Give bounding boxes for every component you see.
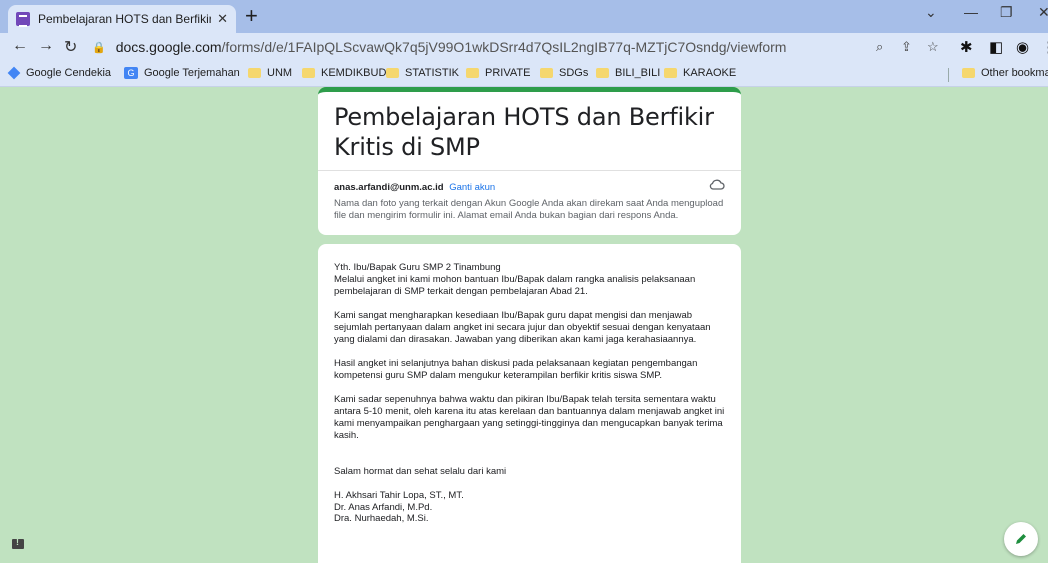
new-tab-button[interactable]: + — [245, 5, 258, 27]
bookmark-label: Google Terjemahan — [144, 67, 240, 79]
bookmark-label: KARAOKE — [683, 67, 737, 79]
bookmark-label: Other bookmar — [981, 67, 1048, 79]
bookmark-google-terjemahan[interactable]: G Google Terjemahan — [124, 67, 240, 79]
other-bookmarks[interactable]: Other bookmar — [962, 67, 1048, 79]
close-window-button[interactable]: ✕ — [1038, 4, 1048, 21]
browser-toolbar: ← → ↻ 🔒 docs.google.com/forms/d/e/1FAIpQ… — [0, 33, 1048, 61]
pencil-icon — [1016, 534, 1026, 544]
profile-avatar[interactable]: ◉ — [1016, 38, 1029, 56]
account-note: Nama dan foto yang terkait dengan Akun G… — [334, 198, 724, 221]
bookmark-label: STATISTIK — [405, 67, 459, 79]
folder-icon — [596, 68, 609, 78]
side-panel-icon[interactable]: ◧ — [989, 38, 1003, 56]
bookmark-google-cendekia[interactable]: Google Cendekia — [7, 66, 112, 80]
account-email: anas.arfandi@unm.ac.id — [334, 182, 444, 193]
thanks-paragraph: Kami sadar sepenuhnya bahwa waktu dan pi… — [334, 394, 725, 441]
browser-tab[interactable]: Pembelajaran HOTS dan Berfikir ✕ — [8, 5, 236, 33]
bookmark-label: SDGs — [559, 67, 589, 79]
folder-icon — [962, 68, 975, 78]
switch-account-link[interactable]: Ganti akun — [449, 182, 495, 193]
bookmark-folder-bili-bili[interactable]: BILI_BILI — [596, 67, 660, 79]
form-title: Pembelajaran HOTS dan Berfikir Kritis di… — [334, 103, 714, 161]
greeting: Yth. Ibu/Bapak Guru SMP 2 Tinambung — [334, 262, 501, 273]
folder-icon — [664, 68, 677, 78]
signatory: H. Akhsari Tahir Lopa, ST., MT. — [334, 490, 464, 501]
report-icon[interactable] — [12, 537, 24, 549]
reload-icon[interactable]: ↻ — [64, 37, 77, 57]
account-row: anas.arfandi@unm.ac.id Ganti akun — [334, 182, 729, 193]
restore-button[interactable]: ❐ — [1000, 4, 1013, 21]
bookmark-star-icon[interactable]: ☆ — [927, 39, 939, 55]
bookmark-label: BILI_BILI — [615, 67, 661, 79]
edit-fab-button[interactable] — [1004, 522, 1038, 556]
minimize-button[interactable]: — — [964, 4, 978, 20]
menu-icon[interactable]: ⋮ — [1041, 38, 1048, 56]
translate-icon: G — [124, 67, 138, 79]
closing-text: Salam hormat dan sehat selalu dari kami — [334, 466, 507, 477]
back-icon[interactable]: ← — [12, 37, 28, 55]
form-description-card: Yth. Ibu/Bapak Guru SMP 2 Tinambung Mela… — [318, 244, 741, 563]
purpose-paragraph: Hasil angket ini selanjutnya bahan disku… — [334, 358, 698, 381]
extensions-icon[interactable]: ✱ — [960, 38, 973, 56]
lock-icon: 🔒 — [92, 41, 106, 54]
intro-paragraph: Melalui angket ini kami mohon bantuan Ib… — [334, 274, 696, 297]
google-forms-icon — [16, 12, 30, 27]
tab-search-icon[interactable]: ⌄ — [925, 4, 937, 21]
forward-icon[interactable]: → — [38, 37, 54, 55]
folder-icon — [302, 68, 315, 78]
bookmark-folder-kemdikbud[interactable]: KEMDIKBUD — [302, 67, 386, 79]
folder-icon — [466, 68, 479, 78]
bookmark-label: Google Cendekia — [26, 67, 112, 79]
bookmark-folder-statistik[interactable]: STATISTIK — [386, 67, 459, 79]
address-bar[interactable]: 🔒 docs.google.com/forms/d/e/1FAIpQLScvaw… — [92, 35, 962, 59]
bookmark-folder-karaoke[interactable]: KARAOKE — [664, 67, 736, 79]
signatory: Dra. Nurhaedah, M.Si. — [334, 513, 429, 524]
bookmark-folder-unm[interactable]: UNM — [248, 67, 292, 79]
url-host: docs.google.com — [115, 39, 222, 55]
bookmark-label: KEMDIKBUD — [321, 67, 387, 79]
folder-icon — [386, 68, 399, 78]
form-header-card: Pembelajaran HOTS dan Berfikir Kritis di… — [318, 87, 741, 235]
bookmarks-divider — [948, 68, 949, 82]
bookmark-folder-private[interactable]: PRIVATE — [466, 67, 530, 79]
folder-icon — [248, 68, 261, 78]
tab-strip: Pembelajaran HOTS dan Berfikir ✕ + ⌄ — ❐… — [0, 0, 1048, 33]
tab-close-icon[interactable]: ✕ — [217, 11, 228, 27]
request-paragraph: Kami sangat mengharapkan kesediaan Ibu/B… — [334, 310, 711, 345]
zoom-icon[interactable]: ⌕ — [876, 39, 883, 55]
bookmark-folder-sdgs[interactable]: SDGs — [540, 67, 588, 79]
divider — [318, 170, 741, 171]
signatory: Dr. Anas Arfandi, M.Pd. — [334, 501, 433, 513]
bookmarks-bar: Google Cendekia G Google Terjemahan UNM … — [0, 61, 1048, 87]
bookmark-label: UNM — [267, 67, 293, 79]
url-path: /forms/d/e/1FAIpQLScvawQk7q5jV99O1wkDSrr… — [221, 39, 787, 55]
scholar-icon — [7, 66, 21, 80]
cloud-save-icon — [709, 179, 725, 190]
tab-title: Pembelajaran HOTS dan Berfikir — [38, 12, 212, 26]
bookmark-label: PRIVATE — [485, 67, 531, 79]
share-icon[interactable]: ⇪ — [901, 39, 912, 55]
folder-icon — [540, 68, 553, 78]
